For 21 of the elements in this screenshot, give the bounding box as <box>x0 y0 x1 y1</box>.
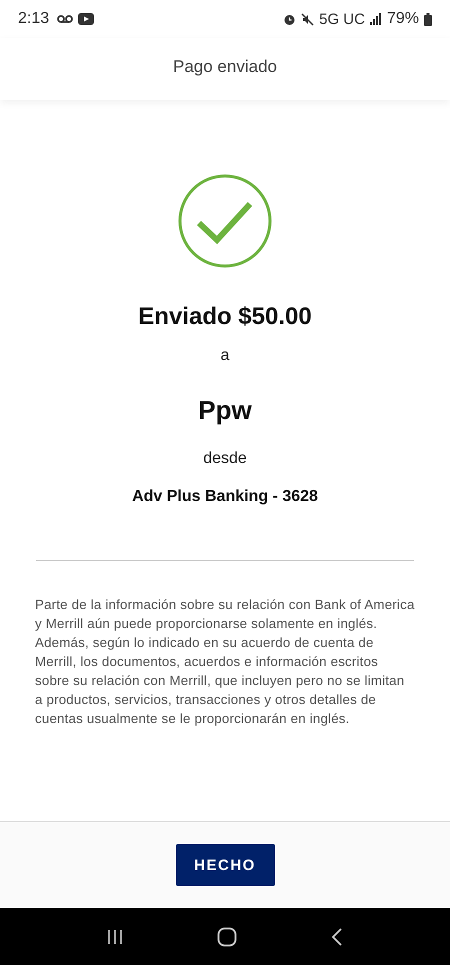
play-icon <box>78 13 94 25</box>
signal-icon <box>370 13 382 25</box>
network-label: 5G UC <box>319 10 365 28</box>
amount-heading: Enviado $50.00 <box>138 303 312 331</box>
battery-percent: 79% <box>386 10 419 28</box>
alarm-icon <box>283 12 296 26</box>
clock-time: 2:13 <box>18 10 50 28</box>
home-icon[interactable] <box>216 926 237 946</box>
account-name: Adv Plus Banking - 3628 <box>132 488 318 506</box>
checkmark-circle-icon <box>177 173 273 269</box>
mute-icon <box>301 12 314 26</box>
from-label: desde <box>203 450 247 468</box>
to-label: a <box>220 347 230 365</box>
done-button[interactable]: HECHO <box>176 844 274 886</box>
disclaimer-text: Parte de la información sobre su relación con Bank of America y Merrill aún puede proporcionarse solamente en inglés. Además, según lo indicado en su acuerdo de cuenta de Merrill, los documentos, acuerdos e información escritos sobre su relación con Merrill, que incluyen pero no se limitan a productos, servicios, transacciones y otros detalles de cuentas usualmente se le proporcionarán en inglés. <box>35 596 415 728</box>
recipient-name: Ppw <box>198 395 252 426</box>
voicemail-icon <box>57 14 74 24</box>
page-title: Pago enviado <box>173 57 277 77</box>
battery-icon <box>424 12 432 26</box>
recent-apps-icon[interactable] <box>106 928 124 946</box>
back-icon[interactable] <box>330 926 344 946</box>
